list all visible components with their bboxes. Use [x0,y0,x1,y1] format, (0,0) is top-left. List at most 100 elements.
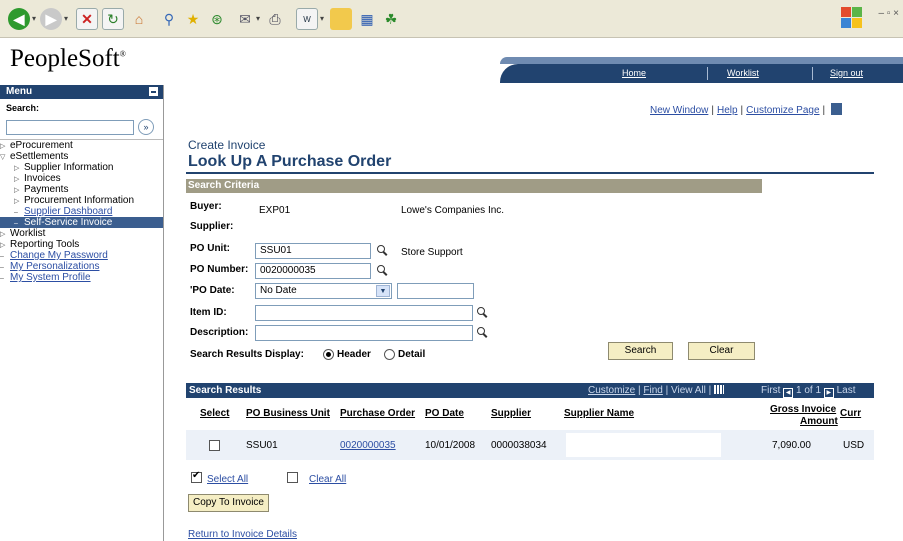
menu-item-reporting-tools[interactable]: ▷ Reporting Tools [0,239,163,250]
detail-radio[interactable] [384,349,395,360]
view-all-link[interactable]: View All [671,385,706,396]
menu-item-worklist[interactable]: ▷ Worklist [0,228,163,239]
col-currency[interactable]: Curr [840,408,861,419]
previous-page-icon[interactable]: ◀ [783,388,794,398]
customize-grid-link[interactable]: Customize [588,385,635,396]
po-date-select[interactable]: No Date [255,283,392,299]
folder-icon[interactable] [330,8,352,30]
messenger-icon[interactable]: ☘ [380,8,402,30]
po-unit-lookup-icon[interactable] [377,245,387,255]
menu-item-supplier-information[interactable]: ▷ Supplier Information [0,162,163,173]
search-icon[interactable]: ⚲ [158,8,180,30]
nav-signout-link[interactable]: Sign out [830,68,863,78]
po-unit-description: Store Support [401,247,463,258]
search-button[interactable]: Search [608,342,673,360]
row-supplier: 0000038034 [491,440,547,451]
po-number-lookup-icon[interactable] [377,265,387,275]
description-lookup-icon[interactable] [477,327,487,337]
description-input[interactable] [255,325,473,341]
select-all-checkbox-icon[interactable] [191,470,202,483]
refresh-icon[interactable]: ↻ [102,8,124,30]
clear-all-checkbox-icon[interactable] [287,472,298,483]
header-radio-label: Header [337,349,371,360]
col-po-date[interactable]: PO Date [425,408,464,419]
clear-all-link[interactable]: Clear All [309,474,346,485]
favorites-icon[interactable]: ★ [182,8,204,30]
print-page-icon[interactable] [831,103,843,115]
header-radio[interactable] [323,349,334,360]
po-date-input[interactable] [397,283,474,299]
forward-dropdown-icon[interactable]: ▾ [64,14,68,23]
menu-item-change-password[interactable]: – Change My Password [0,250,163,261]
new-window-link[interactable]: New Window [650,105,708,116]
stop-icon[interactable]: ✕ [76,8,98,30]
col-amount[interactable]: Amount [800,416,838,427]
menu-item-supplier-dashboard[interactable]: – Supplier Dashboard [0,206,163,217]
clear-button[interactable]: Clear [688,342,755,360]
nav-worklist-link[interactable]: Worklist [727,68,759,78]
edit-dropdown-icon[interactable]: ▾ [320,14,324,23]
window-controls[interactable]: – ▫ × [878,8,899,19]
results-pager: First ◀ 1 of 1 ▶ Last [761,383,856,398]
menu-item-procurement-information[interactable]: ▷ Procurement Information [0,195,163,206]
pager-last-label[interactable]: Last [837,385,856,396]
results-grid-links: Customize | Find | View All | [588,383,725,398]
results-display-label: Search Results Display: [190,349,304,360]
customize-page-link[interactable]: Customize Page [746,105,819,116]
menu-item-self-service-invoice[interactable]: – Self-Service Invoice [0,217,163,228]
find-link[interactable]: Find [643,385,662,396]
page-title: Look Up A Purchase Order [188,153,392,170]
menu-item-payments[interactable]: ▷ Payments [0,184,163,195]
search-criteria-header: Search Criteria [186,179,762,193]
menu-item-esettlements[interactable]: ▽ eSettlements [0,151,163,162]
supplier-label: Supplier: [190,221,234,232]
title-divider [186,172,874,174]
item-id-input[interactable] [255,305,473,321]
next-page-icon[interactable]: ▶ [823,388,834,398]
buyer-label: Buyer: [190,201,222,212]
row-select-checkbox[interactable] [209,440,220,451]
pager-first-label[interactable]: First [761,385,780,396]
item-id-lookup-icon[interactable] [477,307,487,317]
help-link[interactable]: Help [717,105,738,116]
dash-icon: – [0,275,4,282]
detail-radio-label: Detail [398,349,426,360]
home-icon[interactable]: ⌂ [128,8,150,30]
nav-separator [707,67,708,80]
history-icon[interactable]: ⊛ [206,8,228,30]
back-icon[interactable]: ◀ [8,8,30,30]
mail-dropdown-icon[interactable]: ▾ [256,14,260,23]
buyer-name: Lowe's Companies Inc. [401,205,505,216]
menu-item-invoices[interactable]: ▷ Invoices [0,173,163,184]
search-go-icon[interactable]: » [138,119,154,135]
menu-item-eprocurement[interactable]: ▷ eProcurement [0,140,163,151]
minimize-menu-icon[interactable] [149,87,158,96]
mail-icon[interactable]: ✉ [234,8,256,30]
select-all-link[interactable]: Select All [207,474,248,485]
menu-item-my-personalizations[interactable]: – My Personalizations [0,261,163,272]
download-grid-icon[interactable] [714,385,725,394]
col-supplier-name[interactable]: Supplier Name [564,408,634,419]
forward-icon[interactable]: ▶ [40,8,62,30]
menu-header: Menu [0,85,163,99]
col-purchase-order[interactable]: Purchase Order [340,408,415,419]
col-gross-invoice[interactable]: Gross Invoice [770,404,836,415]
nav-home-link[interactable]: Home [622,68,646,78]
row-po-date: 10/01/2008 [425,440,476,451]
copy-to-invoice-button[interactable]: Copy To Invoice [188,494,269,512]
po-unit-input[interactable]: SSU01 [255,243,371,259]
col-supplier[interactable]: Supplier [491,408,531,419]
po-number-input[interactable]: 0020000035 [255,263,371,279]
po-date-dropdown-icon[interactable]: ▼ [376,285,390,297]
row-purchase-order-link[interactable]: 0020000035 [340,440,396,451]
menu-item-my-system-profile[interactable]: – My System Profile [0,272,163,283]
menu-search-input[interactable] [6,120,134,135]
return-to-invoice-details-link[interactable]: Return to Invoice Details [188,529,297,540]
page-utility-links: New Window | Help | Customize Page | [650,103,843,116]
edit-icon[interactable]: W [296,8,318,30]
back-dropdown-icon[interactable]: ▾ [32,14,36,23]
col-po-business-unit[interactable]: PO Business Unit [246,408,330,419]
pager-range: 1 of 1 [796,385,822,396]
research-icon[interactable]: ▦ [356,8,378,30]
print-icon[interactable]: ⎙ [264,8,286,30]
